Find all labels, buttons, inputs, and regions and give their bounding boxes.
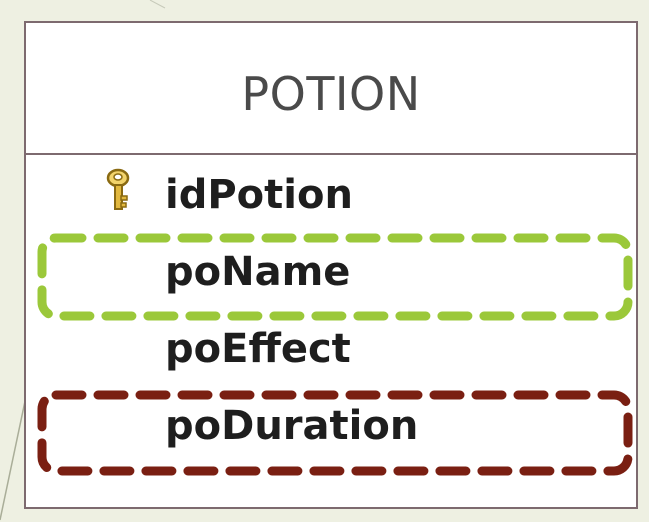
field-poduration[interactable]: poDuration (165, 401, 418, 451)
field-idpotion[interactable]: idPotion (165, 170, 353, 220)
key-icon (106, 168, 130, 210)
entity-table[interactable]: POTION idPotion poName poEffect poDurati… (24, 21, 638, 509)
field-poeffect[interactable]: poEffect (165, 324, 351, 374)
field-poname[interactable]: poName (165, 247, 350, 297)
entity-header: POTION (26, 23, 636, 155)
entity-title: POTION (241, 67, 421, 121)
